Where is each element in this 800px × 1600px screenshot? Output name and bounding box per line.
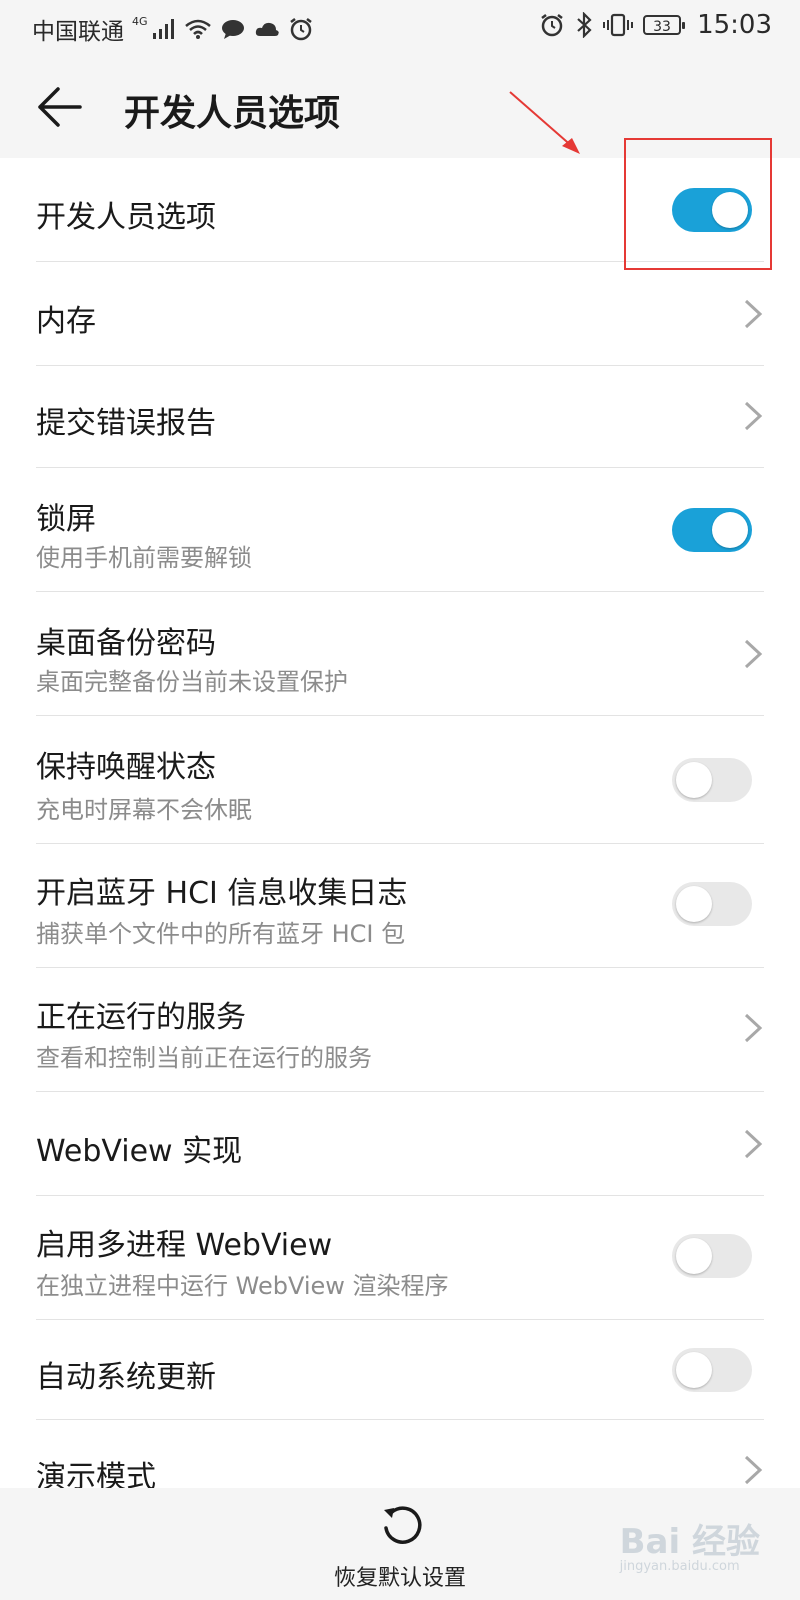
chevron-right-icon — [744, 1455, 763, 1485]
setting-subtitle: 捕获单个文件中的所有蓝牙 HCI 包 — [36, 920, 406, 948]
toggle-knob — [676, 886, 712, 922]
setting-subtitle: 桌面完整备份当前未设置保护 — [36, 668, 348, 696]
cloud-icon — [255, 22, 279, 36]
toggle-knob — [676, 762, 712, 798]
reset-defaults-button[interactable]: 恢复默认设置 — [330, 1502, 470, 1594]
chevron-right-icon — [744, 401, 763, 431]
setting-title: 自动系统更新 — [36, 1360, 216, 1395]
watermark-brand: Bai 经验 — [619, 1522, 760, 1562]
chevron-right-icon — [744, 639, 763, 669]
setting-title: 正在运行的服务 — [36, 1000, 246, 1035]
bottom-bar: 恢复默认设置 Bai 经验 jingyan.baidu.com — [0, 1488, 800, 1600]
alarm-icon — [541, 14, 563, 37]
setting-row-lock-screen[interactable]: 锁屏 使用手机前需要解锁 — [36, 468, 764, 592]
battery-level: 33 — [653, 19, 671, 35]
chevron-right-icon — [744, 1129, 763, 1159]
setting-title: 桌面备份密码 — [36, 626, 216, 661]
signal-icon — [152, 19, 174, 39]
back-button[interactable] — [34, 80, 88, 134]
page-title: 开发人员选项 — [124, 93, 341, 134]
watermark-url: jingyan.baidu.com — [619, 1559, 740, 1574]
network-type-label: 4G — [132, 14, 148, 28]
toggle-knob — [676, 1352, 712, 1388]
setting-title: 开发人员选项 — [36, 200, 216, 235]
setting-row-running-services[interactable]: 正在运行的服务 查看和控制当前正在运行的服务 — [36, 968, 764, 1092]
baidu-jingyan-watermark: Bai 经验 jingyan.baidu.com — [620, 1514, 760, 1574]
bluetooth-hci-log-toggle[interactable] — [672, 882, 752, 926]
setting-subtitle: 充电时屏幕不会休眠 — [36, 796, 252, 824]
reset-icon — [384, 1506, 422, 1544]
chevron-right-icon — [744, 1013, 763, 1043]
auto-system-update-toggle[interactable] — [672, 1348, 752, 1392]
setting-row-multiprocess-webview[interactable]: 启用多进程 WebView 在独立进程中运行 WebView 渲染程序 — [36, 1196, 764, 1320]
carrier-label: 中国联通 — [32, 19, 124, 45]
clock: 15:03 — [697, 10, 772, 40]
setting-row-desktop-backup-password[interactable]: 桌面备份密码 桌面完整备份当前未设置保护 — [36, 592, 764, 716]
toggle-knob — [712, 512, 748, 548]
status-bar-left: 中国联通 4G — [32, 12, 314, 46]
setting-row-stay-awake[interactable]: 保持唤醒状态 充电时屏幕不会休眠 — [36, 716, 764, 844]
setting-title: 启用多进程 WebView — [36, 1228, 333, 1263]
alarm-icon — [289, 18, 312, 41]
multiprocess-webview-toggle[interactable] — [672, 1234, 752, 1278]
setting-row-memory[interactable]: 内存 — [36, 262, 764, 366]
setting-row-bug-report[interactable]: 提交错误报告 — [36, 366, 764, 468]
message-icon — [221, 20, 244, 39]
setting-title: 开启蓝牙 HCI 信息收集日志 — [36, 876, 408, 911]
setting-subtitle: 使用手机前需要解锁 — [36, 544, 252, 572]
lock-screen-toggle[interactable] — [672, 508, 752, 552]
wifi-icon — [184, 19, 211, 39]
setting-title: 提交错误报告 — [36, 406, 216, 441]
reset-defaults-label: 恢复默认设置 — [334, 1566, 467, 1591]
setting-title: WebView 实现 — [36, 1134, 243, 1169]
settings-list: 开发人员选项 内存 提交错误报告 锁屏 使用手机前需要解锁 桌面备份密码 桌面完… — [0, 158, 800, 1524]
setting-subtitle: 在独立进程中运行 WebView 渲染程序 — [36, 1272, 449, 1300]
toggle-knob — [676, 1238, 712, 1274]
setting-title: 内存 — [36, 304, 96, 339]
setting-row-webview-implementation[interactable]: WebView 实现 — [36, 1092, 764, 1196]
status-bar-right: 33 15:03 — [539, 10, 772, 40]
chevron-right-icon — [744, 299, 763, 329]
setting-subtitle: 查看和控制当前正在运行的服务 — [36, 1044, 372, 1072]
stay-awake-toggle[interactable] — [672, 758, 752, 802]
status-bar: 中国联通 4G 33 15:03 — [0, 0, 800, 54]
vibrate-icon — [603, 13, 634, 37]
bluetooth-icon — [577, 12, 592, 38]
back-arrow-icon — [38, 87, 82, 127]
annotation-highlight-box — [624, 138, 772, 270]
setting-row-bluetooth-hci-log[interactable]: 开启蓝牙 HCI 信息收集日志 捕获单个文件中的所有蓝牙 HCI 包 — [36, 844, 764, 968]
setting-title: 锁屏 — [36, 502, 96, 537]
battery-indicator: 33 — [643, 15, 686, 35]
setting-title: 保持唤醒状态 — [36, 750, 216, 785]
setting-row-auto-system-update[interactable]: 自动系统更新 — [36, 1320, 764, 1420]
annotation-arrow — [509, 91, 580, 154]
